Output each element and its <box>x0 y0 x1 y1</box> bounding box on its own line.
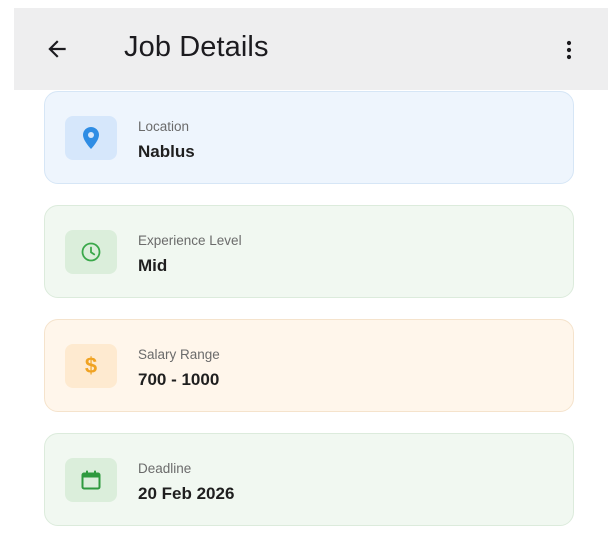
salary-range-card: $ Salary Range 700 - 1000 <box>44 319 574 412</box>
deadline-card: Deadline 20 Feb 2026 <box>44 433 574 526</box>
location-icon-tile <box>65 116 117 160</box>
arrow-back-icon <box>48 40 66 58</box>
experience-value: Mid <box>138 256 168 275</box>
page-title: Job Details <box>124 31 269 63</box>
location-card: Location Nablus <box>44 91 574 184</box>
salary-value: 700 - 1000 <box>138 370 220 389</box>
clock-icon <box>81 242 101 262</box>
dollar-icon: $ <box>84 353 98 378</box>
calendar-icon <box>81 470 101 490</box>
deadline-label: Deadline <box>138 461 192 476</box>
more-options-button[interactable] <box>547 28 591 72</box>
more-vert-icon <box>566 40 572 60</box>
salary-icon-tile: $ <box>65 344 117 388</box>
deadline-value: 20 Feb 2026 <box>138 484 235 503</box>
job-details-screen: Job Details Location Nablus Experience L… <box>0 0 608 554</box>
salary-label: Salary Range <box>138 347 220 362</box>
location-label: Location <box>138 119 190 134</box>
app-bar: Job Details <box>14 8 608 90</box>
location-value: Nablus <box>138 142 195 161</box>
deadline-icon-tile <box>65 458 117 502</box>
experience-icon-tile <box>65 230 117 274</box>
experience-label: Experience Level <box>138 233 242 248</box>
location-pin-icon <box>83 127 99 149</box>
experience-level-card: Experience Level Mid <box>44 205 574 298</box>
back-button[interactable] <box>34 26 80 72</box>
